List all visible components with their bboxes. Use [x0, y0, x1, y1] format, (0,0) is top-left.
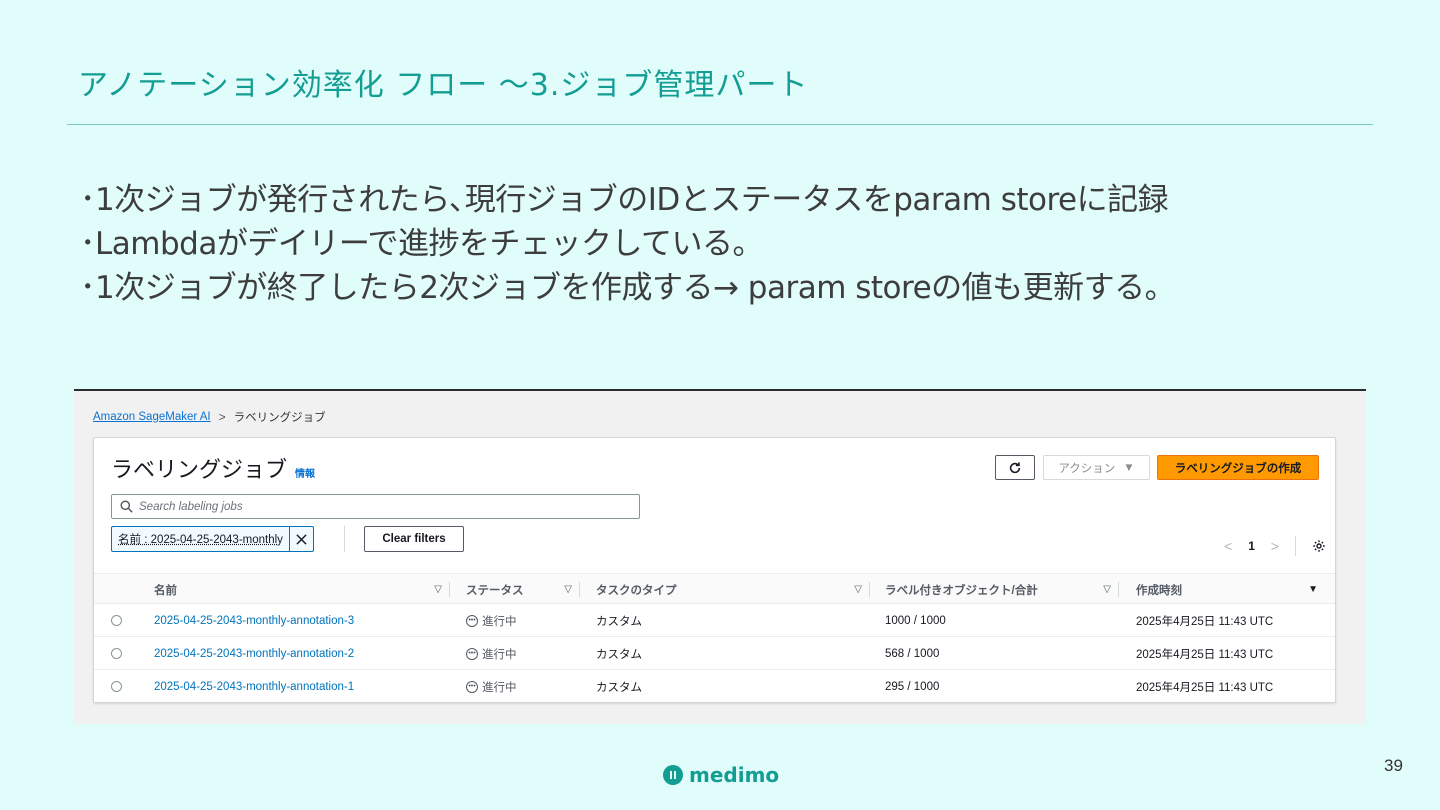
created-time: 2025年4月25日 11:43 UTC — [1136, 648, 1274, 661]
actions-label: アクション — [1058, 462, 1116, 475]
chevron-left-icon[interactable]: < — [1224, 538, 1232, 554]
chevron-right-icon: > — [218, 410, 226, 424]
sort-icon: ▽ — [1103, 584, 1111, 595]
breadcrumb: Amazon SageMaker AI > ラベリングジョブ — [93, 409, 326, 425]
search-input[interactable] — [139, 500, 619, 513]
title-divider — [67, 124, 1373, 125]
column-header-status[interactable]: ステータス ▽ — [466, 574, 580, 605]
sort-desc-icon: ▼ — [1308, 584, 1318, 595]
chevron-right-icon[interactable]: > — [1271, 538, 1279, 554]
logo-text: medimo — [689, 763, 780, 787]
breadcrumb-root-link[interactable]: Amazon SageMaker AI — [93, 411, 211, 423]
labeling-jobs-card: ラベリングジョブ 情報 アクション ▼ ラベリングジョブの作成 名前 : 202… — [93, 437, 1336, 703]
search-icon — [120, 500, 133, 513]
console-screenshot: Amazon SageMaker AI > ラベリングジョブ ラベリングジョブ … — [74, 389, 1366, 724]
bullet-item: ･1次ジョブが終了したら2次ジョブを作成する→ param storeの値も更新… — [80, 270, 1176, 306]
task-type: カスタム — [596, 615, 642, 628]
refresh-button[interactable] — [995, 455, 1035, 480]
sort-icon: ▽ — [434, 584, 442, 595]
page-number[interactable]: 1 — [1248, 539, 1255, 553]
breadcrumb-current: ラベリングジョブ — [233, 412, 326, 424]
sort-icon: ▽ — [564, 584, 572, 595]
create-labeling-job-button[interactable]: ラベリングジョブの作成 — [1157, 455, 1319, 480]
caret-down-icon: ▼ — [1123, 461, 1135, 474]
column-header-created[interactable]: 作成時刻 ▼ — [1136, 574, 1326, 605]
column-header-labeled[interactable]: ラベル付きオブジェクト/合計 ▽ — [885, 574, 1119, 605]
bullet-item: ･1次ジョブが発行されたら､現行ジョブのIDとステータスをparam store… — [80, 182, 1169, 218]
slide-title: アノテーション効率化 フロー ～3.ジョブ管理パート — [78, 68, 809, 103]
info-link[interactable]: 情報 — [295, 465, 315, 480]
actions-dropdown[interactable]: アクション ▼ — [1043, 455, 1150, 480]
table-row[interactable]: 2025-04-25-2043-monthly-annotation-1 •••… — [94, 670, 1335, 703]
in-progress-icon: ••• — [466, 614, 478, 627]
filter-token-label[interactable]: 名前 : 2025-04-25-2043-monthly — [112, 527, 289, 551]
sort-icon: ▽ — [854, 584, 862, 595]
created-time: 2025年4月25日 11:43 UTC — [1136, 681, 1274, 694]
page-number-label: 39 — [1384, 756, 1403, 775]
labeled-count: 1000 / 1000 — [885, 614, 946, 627]
row-radio[interactable] — [111, 648, 122, 659]
labeling-jobs-table: 名前 ▽ ステータス ▽ タスクのタイプ ▽ ラベル付きオブジェクト/合計 ▽ — [94, 573, 1335, 703]
created-time: 2025年4月25日 11:43 UTC — [1136, 615, 1274, 628]
table-row[interactable]: 2025-04-25-2043-monthly-annotation-3 •••… — [94, 604, 1335, 637]
refresh-icon — [1009, 461, 1021, 473]
job-name-link[interactable]: 2025-04-25-2043-monthly-annotation-2 — [154, 637, 354, 670]
in-progress-icon: ••• — [466, 680, 478, 693]
clear-filters-button[interactable]: Clear filters — [364, 526, 464, 552]
job-name-link[interactable]: 2025-04-25-2043-monthly-annotation-3 — [154, 604, 354, 637]
table-header: 名前 ▽ ステータス ▽ タスクのタイプ ▽ ラベル付きオブジェクト/合計 ▽ — [94, 573, 1335, 604]
status-badge: ••• 進行中 — [466, 670, 517, 703]
in-progress-icon: ••• — [466, 647, 478, 660]
row-radio[interactable] — [111, 615, 122, 626]
page-title: ラベリングジョブ 情報 — [111, 452, 315, 484]
status-badge: ••• 進行中 — [466, 604, 517, 637]
page-title-text: ラベリングジョブ — [111, 457, 288, 482]
pagination: < 1 > — [1224, 536, 1326, 556]
logo-mark-icon — [663, 765, 683, 785]
column-header-task-type[interactable]: タスクのタイプ ▽ — [596, 574, 870, 605]
filter-divider — [344, 526, 345, 552]
column-header-name[interactable]: 名前 ▽ — [154, 574, 450, 605]
medimo-logo: medimo — [663, 763, 779, 787]
status-badge: ••• 進行中 — [466, 637, 517, 670]
task-type: カスタム — [596, 681, 642, 694]
labeled-count: 295 / 1000 — [885, 680, 940, 693]
labeled-count: 568 / 1000 — [885, 647, 940, 660]
filter-token: 名前 : 2025-04-25-2043-monthly — [111, 526, 314, 552]
job-name-link[interactable]: 2025-04-25-2043-monthly-annotation-1 — [154, 670, 354, 703]
close-icon[interactable] — [288, 527, 313, 551]
search-box — [111, 494, 640, 519]
bullet-item: ･Lambdaがデイリーで進捗をチェックしている。 — [80, 226, 764, 262]
table-row[interactable]: 2025-04-25-2043-monthly-annotation-2 •••… — [94, 637, 1335, 670]
bullet-list: ･1次ジョブが発行されたら､現行ジョブのIDとステータスをparam store… — [80, 178, 1360, 310]
task-type: カスタム — [596, 648, 642, 661]
pager-divider — [1295, 536, 1297, 556]
row-radio[interactable] — [111, 681, 122, 692]
gear-icon[interactable] — [1312, 539, 1326, 553]
